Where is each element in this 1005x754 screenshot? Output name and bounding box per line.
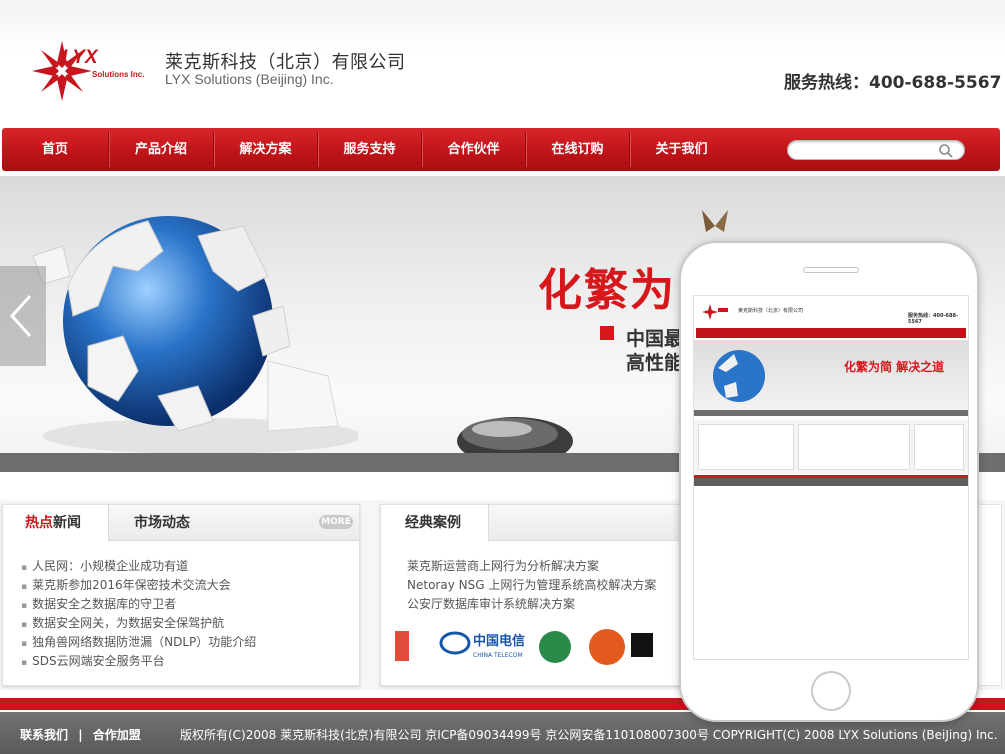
nav-item-products[interactable]: 产品介绍 xyxy=(109,128,213,171)
partner-name: 中国电信 xyxy=(473,633,525,649)
nav-item-support[interactable]: 服务支持 xyxy=(318,128,421,171)
tab-hot-news-red: 热点 xyxy=(25,515,53,531)
nav-item-order[interactable]: 在线订购 xyxy=(526,128,629,171)
main-nav: 首页 产品介绍 解决方案 服务支持 合作伙伴 在线订购 关于我们 xyxy=(2,128,1000,171)
cases-list: 莱克斯运营商上网行为分析解决方案 Netoray NSG 上网行为管理系统高校解… xyxy=(407,557,656,614)
cases-panel: 经典案例 莱克斯运营商上网行为分析解决方案 Netoray NSG 上网行为管理… xyxy=(380,504,686,686)
copyright-text: 版权所有(C)2008 莱克斯科技(北京)有限公司 京ICP备09034499号… xyxy=(180,728,998,742)
tab-classic-cases[interactable]: 经典案例 xyxy=(381,505,489,542)
mini-slogan: 化繁为简 解决之道 xyxy=(844,360,945,374)
search-input[interactable] xyxy=(787,140,965,160)
logo-text: LYX xyxy=(62,47,99,68)
list-item[interactable]: 数据安全网关，为数据安全保驾护航 xyxy=(21,614,256,633)
partner-name-en: CHINA TELECOM xyxy=(473,652,523,659)
banner-subtitle-1: 中国最 xyxy=(626,328,684,350)
mini-banner: 化繁为简 解决之道 xyxy=(694,340,968,416)
nav-item-about[interactable]: 关于我们 xyxy=(630,128,733,171)
mini-side-panel xyxy=(914,424,964,470)
partner-logos: 中国电信 CHINA TELECOM xyxy=(395,629,653,665)
tab-hot-news[interactable]: 热点新闻 xyxy=(3,505,109,542)
mini-cases-panel xyxy=(798,424,910,470)
list-item[interactable]: 人民网：小规模企业成功有道 xyxy=(21,557,256,576)
mini-hotline: 服务热线：400-688-5567 xyxy=(908,313,959,325)
cases-panel-header: 经典案例 xyxy=(381,505,685,542)
mini-header: 莱克斯科技（北京）有限公司 服务热线：400-688-5567 xyxy=(694,296,968,328)
mini-content xyxy=(694,420,968,474)
news-panel: 热点新闻 市场动态 MORE 人民网：小规模企业成功有道 莱克斯参加2016年保… xyxy=(2,504,360,686)
company-name-en: LYX Solutions (Beijing) Inc. xyxy=(165,71,334,87)
chevron-left-icon xyxy=(9,294,32,338)
partner-logo-cut xyxy=(631,633,653,657)
phone-screen[interactable]: 莱克斯科技（北京）有限公司 服务热线：400-688-5567 化繁为简 解决之… xyxy=(693,295,969,660)
mini-footer xyxy=(694,478,968,486)
site-header: LYX Solutions Inc. 莱克斯科技（北京）有限公司 LYX Sol… xyxy=(0,0,1005,128)
list-item[interactable]: 独角兽网络数据防泄漏（NDLP）功能介绍 xyxy=(21,633,256,652)
china-telecom-logo[interactable]: 中国电信 CHINA TELECOM xyxy=(439,631,525,659)
tab-hot-news-rest: 新闻 xyxy=(53,515,81,531)
mini-blank-area xyxy=(694,488,968,659)
mini-globe-image xyxy=(713,350,765,402)
butterfly-image xyxy=(702,210,728,232)
nav-item-solutions[interactable]: 解决方案 xyxy=(214,128,317,171)
list-item[interactable]: 莱克斯参加2016年保密技术交流大会 xyxy=(21,576,256,595)
banner-prev-button[interactable] xyxy=(0,266,46,366)
footer-link-separator: | xyxy=(78,728,83,742)
logo-subtext: Solutions Inc. xyxy=(92,70,144,79)
banner-slogan: 化繁为 xyxy=(538,265,676,316)
mini-news-panel xyxy=(698,424,794,470)
list-item[interactable]: 数据安全之数据库的守卫者 xyxy=(21,595,256,614)
banner-subtitle-2: 高性能 xyxy=(626,352,684,374)
phone-speaker xyxy=(803,267,859,273)
nav-item-home[interactable]: 首页 xyxy=(2,128,108,171)
search-icon[interactable] xyxy=(938,143,954,159)
list-item[interactable]: Netoray NSG 上网行为管理系统高校解决方案 xyxy=(407,576,656,595)
news-panel-header: 热点新闻 市场动态 MORE xyxy=(3,505,359,542)
state-grid-logo[interactable] xyxy=(539,631,571,663)
list-item[interactable]: 莱克斯运营商上网行为分析解决方案 xyxy=(407,557,656,576)
news-list: 人民网：小规模企业成功有道 莱克斯参加2016年保密技术交流大会 数据安全之数据… xyxy=(21,557,256,671)
list-item[interactable]: 公安厅数据库审计系统解决方案 xyxy=(407,595,656,614)
partner-logo-fragment xyxy=(395,631,409,661)
partner-swirl-logo[interactable] xyxy=(589,629,625,665)
mini-banner-strip xyxy=(694,410,968,416)
side-panel-fragment xyxy=(978,504,1002,686)
mini-logo xyxy=(702,304,728,320)
mini-company-name: 莱克斯科技（北京）有限公司 xyxy=(738,308,804,314)
join-partner-link[interactable]: 合作加盟 xyxy=(93,728,141,742)
mini-nav xyxy=(696,328,966,338)
contact-us-link[interactable]: 联系我们 xyxy=(20,728,68,742)
nav-item-partners[interactable]: 合作伙伴 xyxy=(422,128,525,171)
bullet-square xyxy=(600,326,614,340)
globe-puzzle-image xyxy=(32,216,358,454)
lyx-logo[interactable]: LYX Solutions Inc. xyxy=(28,38,153,104)
list-item[interactable]: SDS云网端安全服务平台 xyxy=(21,652,256,671)
phone-home-button[interactable] xyxy=(811,671,851,711)
more-button[interactable]: MORE xyxy=(319,515,353,529)
tab-market-news[interactable]: 市场动态 xyxy=(134,505,190,542)
footer-links: 联系我们 | 合作加盟 xyxy=(20,726,141,743)
service-hotline: 服务热线：400-688-5567 xyxy=(784,73,1002,93)
mobile-preview-phone: 莱克斯科技（北京）有限公司 服务热线：400-688-5567 化繁为简 解决之… xyxy=(679,241,979,722)
